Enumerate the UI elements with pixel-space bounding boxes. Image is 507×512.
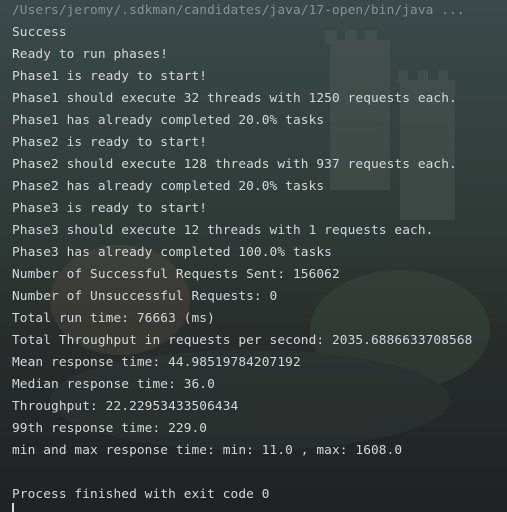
console-line: Phase3 should execute 12 threads with 1 … bbox=[12, 223, 434, 238]
console-line: Number of Successful Requests Sent: 1560… bbox=[12, 267, 340, 282]
console-output-panel[interactable]: /Users/jeromy/.sdkman/candidates/java/17… bbox=[0, 0, 507, 512]
console-blank-line bbox=[12, 462, 507, 484]
console-line: Phase1 should execute 32 threads with 12… bbox=[12, 91, 457, 106]
console-line: Phase3 is ready to start! bbox=[12, 201, 208, 216]
console-line: Throughput: 22.22953433506434 bbox=[12, 399, 239, 414]
console-line: Success bbox=[12, 25, 67, 40]
console-line: Total run time: 76663 (ms) bbox=[12, 311, 215, 326]
console-line: Median response time: 36.0 bbox=[12, 377, 215, 392]
console-line: Phase1 is ready to start! bbox=[12, 69, 208, 84]
console-line: Phase1 has already completed 20.0% tasks bbox=[12, 113, 325, 128]
console-line: Total Throughput in requests per second:… bbox=[12, 333, 473, 348]
console-line: Number of Unsuccessful Requests: 0 bbox=[12, 289, 278, 304]
console-line: 99th response time: 229.0 bbox=[12, 421, 208, 436]
text-cursor bbox=[12, 503, 14, 512]
command-path-line: /Users/jeromy/.sdkman/candidates/java/17… bbox=[12, 3, 465, 18]
console-line: min and max response time: min: 11.0 , m… bbox=[12, 443, 403, 458]
console-line: Phase2 has already completed 20.0% tasks bbox=[12, 179, 325, 194]
console-lines: /Users/jeromy/.sdkman/candidates/java/17… bbox=[12, 0, 507, 506]
console-line: Phase2 is ready to start! bbox=[12, 135, 208, 150]
console-line: Ready to run phases! bbox=[12, 47, 169, 62]
console-line: Phase3 has already completed 100.0% task… bbox=[12, 245, 332, 260]
exit-status-line: Process finished with exit code 0 bbox=[12, 487, 270, 502]
console-line: Mean response time: 44.98519784207192 bbox=[12, 355, 301, 370]
console-line: Phase2 should execute 128 threads with 9… bbox=[12, 157, 457, 172]
